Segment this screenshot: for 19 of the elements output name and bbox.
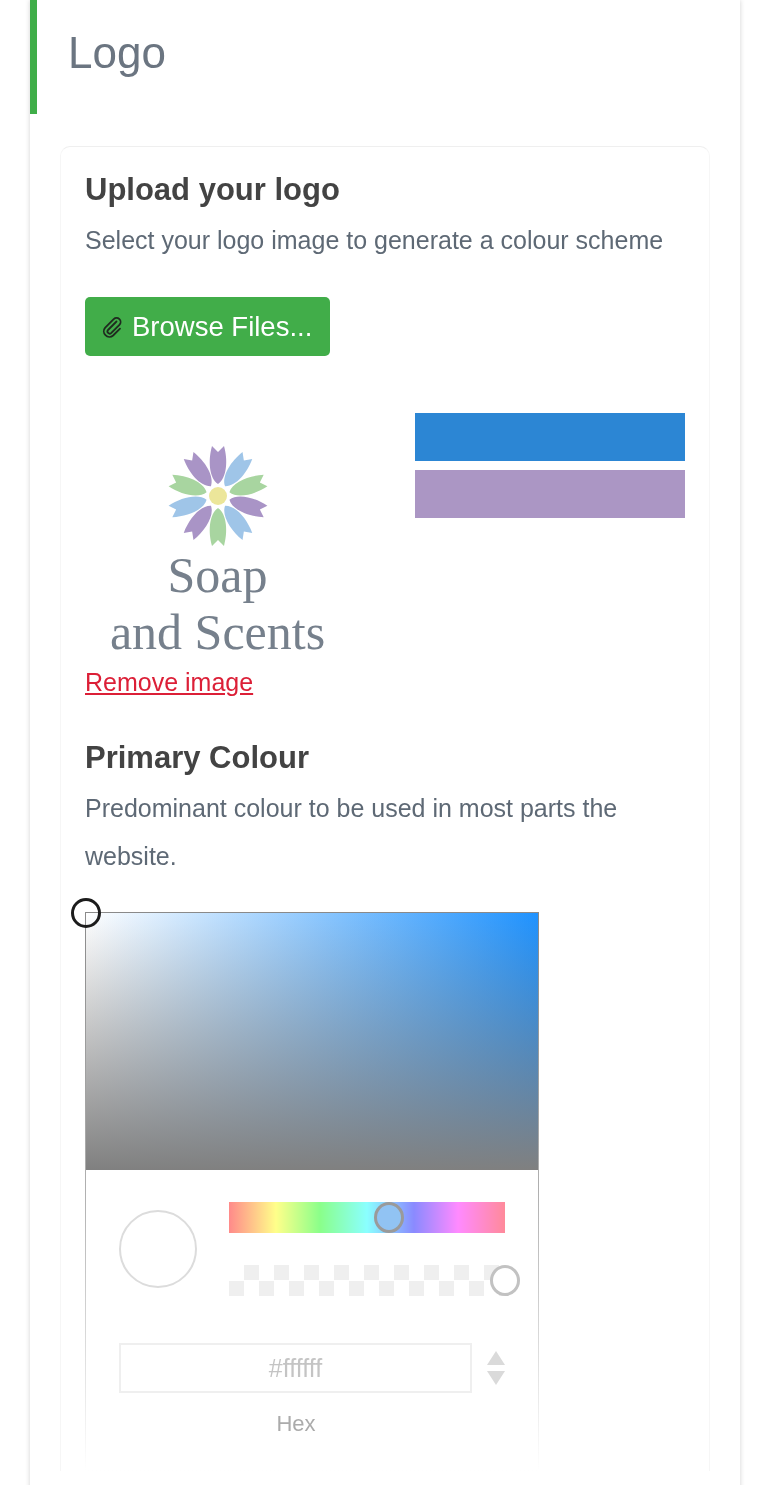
logo-text: Soap	[167, 547, 268, 604]
paperclip-icon	[100, 314, 124, 339]
remove-image-link[interactable]: Remove image	[85, 667, 254, 697]
primary-colour-heading: Primary Colour	[85, 739, 309, 776]
hue-slider-thumb[interactable]	[374, 1202, 405, 1233]
hex-format-label: Hex	[275, 1411, 317, 1437]
upload-heading: Upload your logo	[85, 171, 340, 208]
primary-colour-description: Predominant colour to be used in most parts the website.	[85, 793, 619, 872]
up-down-arrows-icon[interactable]	[487, 1351, 505, 1385]
hex-field[interactable]: #ffffff	[119, 1343, 472, 1393]
section-title: Logo	[68, 27, 166, 79]
upload-description: Select your logo image to generate a colour scheme	[85, 225, 665, 256]
hue-slider[interactable]	[229, 1202, 505, 1233]
colour-area-handle[interactable]	[71, 898, 101, 928]
alpha-slider[interactable]	[229, 1265, 520, 1296]
logo-text: and Scents	[109, 604, 326, 661]
flower-icon	[166, 445, 269, 547]
alpha-slider-thumb[interactable]	[490, 1265, 520, 1296]
browse-files-button[interactable]: Browse Files...	[85, 297, 331, 356]
